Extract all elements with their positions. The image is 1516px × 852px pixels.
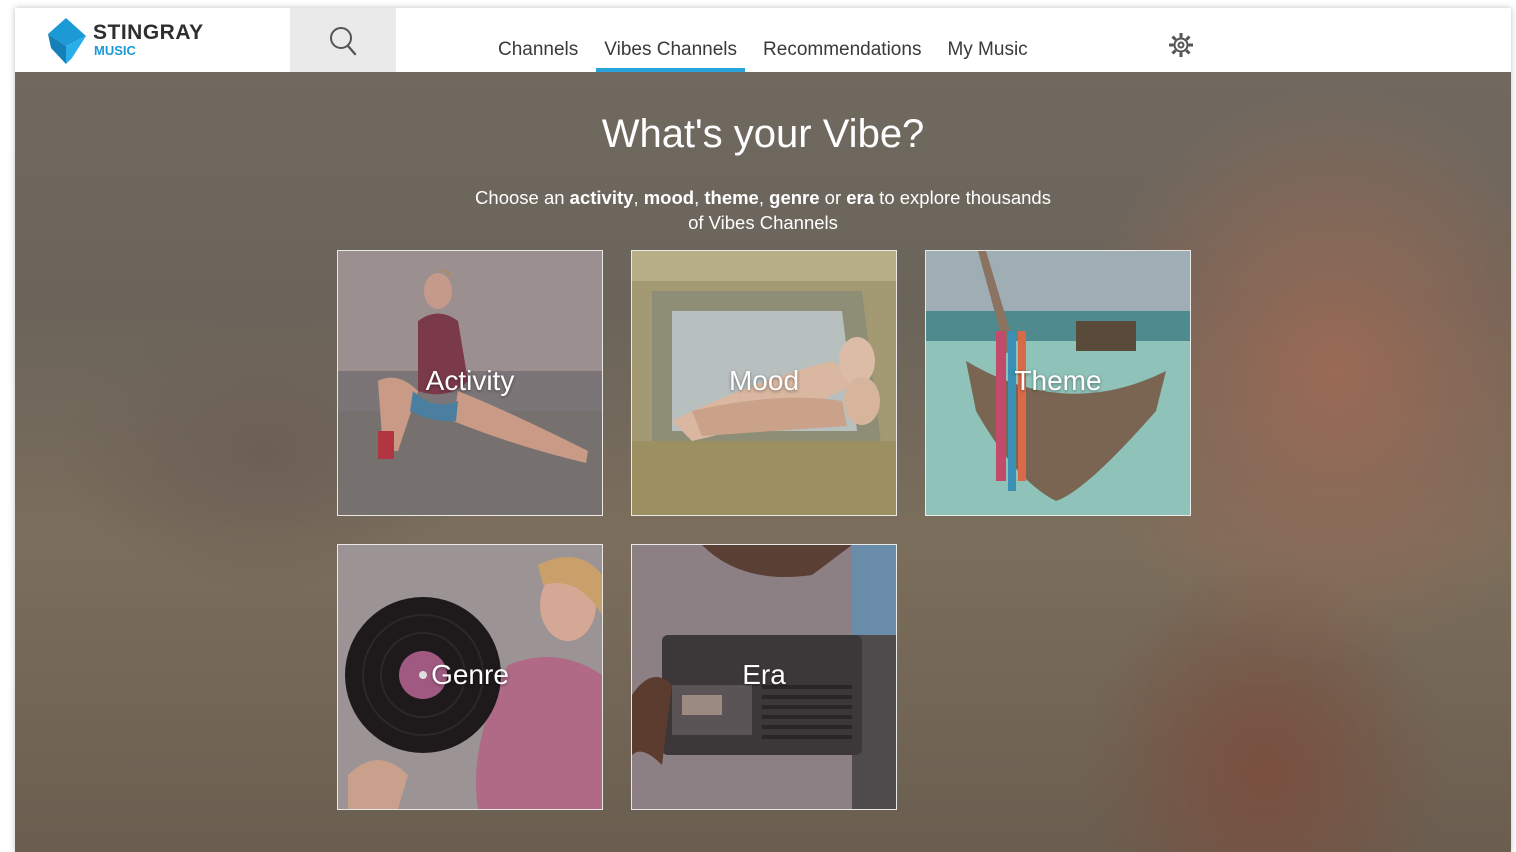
subtitle-era: era <box>846 187 875 208</box>
main-nav: Channels Vibes Channels Recommendations … <box>485 8 1041 72</box>
stingray-logo[interactable]: STINGRAY MUSIC <box>48 18 248 64</box>
brand-name: STINGRAY <box>93 21 204 44</box>
nav-my-music[interactable]: My Music <box>939 8 1035 72</box>
tile-theme[interactable]: Theme <box>925 250 1191 516</box>
subtitle-activity: activity <box>569 187 634 208</box>
tile-theme-label: Theme <box>1014 365 1102 396</box>
nav-channels[interactable]: Channels <box>490 8 586 72</box>
tile-era-label: Era <box>742 659 786 690</box>
tile-era[interactable]: Era <box>631 544 897 810</box>
brand-sub: MUSIC <box>94 43 136 58</box>
vibes-hero: What's your Vibe? Choose an activity, mo… <box>15 72 1511 852</box>
search-button[interactable] <box>290 8 396 72</box>
stingray-diamond-icon <box>48 18 86 64</box>
search-icon <box>330 27 357 56</box>
subtitle-or: or <box>819 187 847 208</box>
tile-mood[interactable]: Mood <box>631 250 897 516</box>
tile-activity-label: Activity <box>425 365 515 396</box>
nav-recommendations[interactable]: Recommendations <box>755 8 929 72</box>
tile-activity[interactable]: Activity <box>337 250 603 516</box>
nav-vibes-channels[interactable]: Vibes Channels <box>596 8 745 72</box>
tile-genre-label: Genre <box>431 659 509 690</box>
subtitle-text: Choose an <box>475 187 570 208</box>
subtitle-mood: mood <box>643 187 695 208</box>
tile-genre[interactable]: Genre <box>337 544 603 810</box>
page-title: What's your Vibe? <box>601 112 925 156</box>
subtitle-sep: , <box>633 187 644 208</box>
app-window: STINGRAY MUSIC Channels Vibes Channels R… <box>15 8 1511 852</box>
subtitle-sep: , <box>694 187 705 208</box>
top-header: STINGRAY MUSIC Channels Vibes Channels R… <box>15 8 1511 72</box>
subtitle-theme: theme <box>704 187 759 208</box>
page-subtitle: Choose an activity, mood, theme, genre o… <box>475 185 1051 235</box>
subtitle-sep: , <box>758 187 770 208</box>
gear-icon[interactable] <box>1168 32 1194 58</box>
subtitle-genre: genre <box>769 187 820 208</box>
tile-mood-label: Mood <box>728 365 800 396</box>
